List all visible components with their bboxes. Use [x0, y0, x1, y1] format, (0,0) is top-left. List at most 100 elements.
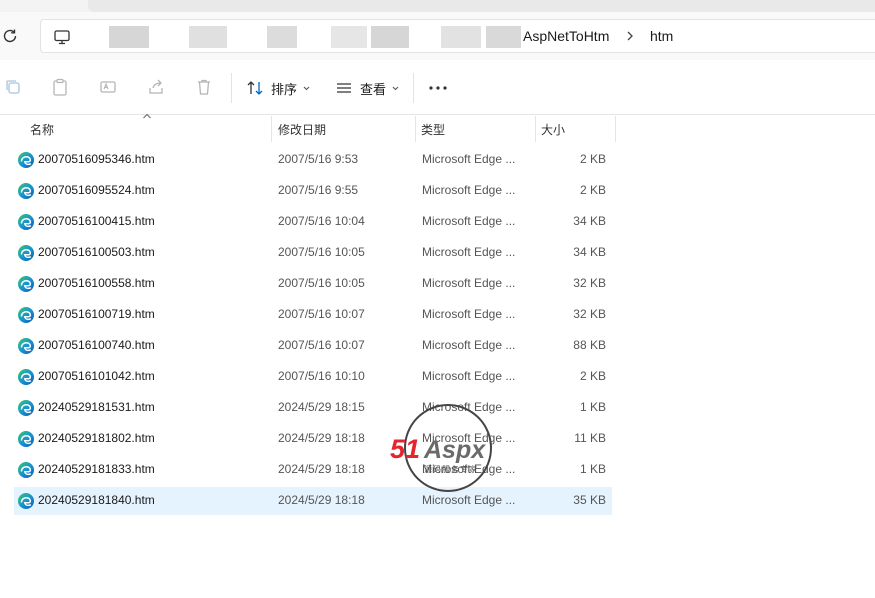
file-row[interactable]: 20240529181802.htm 2024/5/29 18:18 Microso… — [14, 425, 612, 453]
file-row[interactable]: 20070516100740.htm 2007/5/16 10:07 Microso… — [14, 332, 612, 360]
svg-text:源码服务专家: 源码服务专家 — [424, 464, 478, 474]
redacted-path-segment — [486, 26, 521, 48]
file-name: 20240529181840.htm — [38, 493, 155, 507]
file-date: 2007/5/16 10:07 — [278, 338, 365, 352]
edge-html-file-icon — [18, 493, 34, 509]
file-row[interactable]: 20240529181840.htm 2024/5/29 18:18 Microso… — [14, 487, 612, 515]
file-name: 20070516095524.htm — [38, 183, 155, 197]
edge-html-file-icon — [18, 400, 34, 416]
file-size: 32 KB — [573, 307, 606, 321]
file-size: 34 KB — [573, 214, 606, 228]
view-label: 查看 — [360, 81, 387, 97]
breadcrumb-item[interactable]: htm — [650, 28, 673, 44]
view-button[interactable]: 查看 — [335, 74, 400, 102]
chevron-down-icon — [303, 86, 310, 90]
window-top-strip — [0, 0, 875, 12]
file-type: Microsoft Edge ... — [422, 493, 516, 507]
file-type: Microsoft Edge ... — [422, 183, 516, 197]
share-icon[interactable] — [146, 77, 166, 97]
file-type: Microsoft Edge ... — [422, 307, 516, 321]
edge-html-file-icon — [18, 462, 34, 478]
file-row[interactable]: 20070516100558.htm 2007/5/16 10:05 Microso… — [14, 270, 612, 298]
file-size: 1 KB — [579, 462, 606, 476]
file-date: 2007/5/16 9:55 — [278, 183, 359, 197]
column-header-type[interactable]: 类型 — [413, 116, 536, 142]
chevron-down-icon — [392, 86, 399, 90]
breadcrumb-item[interactable]: AspNetToHtm — [523, 28, 609, 44]
edge-html-file-icon — [18, 431, 34, 447]
edge-html-file-icon — [18, 245, 34, 261]
edge-html-file-icon — [18, 214, 34, 230]
file-size: 11 KB — [574, 431, 606, 445]
file-row[interactable]: 20070516100415.htm 2007/5/16 10:04 Microso… — [14, 208, 612, 236]
file-size: 2 KB — [579, 152, 606, 166]
file-type: Microsoft Edge ... — [422, 369, 516, 383]
file-name: 20070516100503.htm — [38, 245, 155, 259]
chevron-right-icon — [627, 31, 633, 41]
file-name: 20070516095346.htm — [38, 152, 155, 166]
file-date: 2007/5/16 10:05 — [278, 245, 365, 259]
refresh-icon[interactable] — [0, 26, 20, 46]
file-date: 2007/5/16 10:05 — [278, 276, 365, 290]
copy-icon[interactable] — [3, 77, 23, 97]
address-bar[interactable]: AspNetToHtm htm — [40, 19, 875, 53]
rename-icon[interactable] — [98, 77, 118, 97]
file-date: 2024/5/29 18:15 — [278, 400, 365, 414]
tab-edge — [88, 0, 875, 12]
file-type: Microsoft Edge ... — [422, 214, 516, 228]
file-row[interactable]: 20070516095524.htm 2007/5/16 9:55 Microsof… — [14, 177, 612, 205]
column-header-size[interactable]: 大小 — [533, 116, 615, 142]
column-header-name[interactable]: 名称 — [22, 116, 272, 142]
edge-html-file-icon — [18, 338, 34, 354]
redacted-path-segment — [267, 26, 297, 48]
file-date: 2007/5/16 10:07 — [278, 307, 365, 321]
file-name: 20240529181531.htm — [38, 400, 155, 414]
edge-html-file-icon — [18, 369, 34, 385]
file-type: Microsoft Edge ... — [422, 338, 516, 352]
delete-icon[interactable] — [194, 77, 214, 97]
paste-icon[interactable] — [50, 77, 70, 97]
file-row[interactable]: 20240529181531.htm 2024/5/29 18:15 Microso… — [14, 394, 612, 422]
file-date: 2007/5/16 10:04 — [278, 214, 365, 228]
redacted-path-segment — [441, 26, 481, 48]
file-name: 20070516100719.htm — [38, 307, 155, 321]
file-size: 1 KB — [579, 400, 606, 414]
redacted-path-segment — [189, 26, 227, 48]
file-size: 2 KB — [579, 369, 606, 383]
file-size: 88 KB — [573, 338, 606, 352]
more-options-icon[interactable] — [427, 80, 449, 96]
file-name: 20070516101042.htm — [38, 369, 155, 383]
redacted-path-segment — [109, 26, 149, 48]
file-size: 2 KB — [579, 183, 606, 197]
toolbar-separator — [231, 73, 232, 103]
edge-html-file-icon — [18, 307, 34, 323]
column-divider[interactable] — [615, 116, 616, 142]
file-date: 2007/5/16 10:10 — [278, 369, 365, 383]
file-type: Microsoft Edge ... — [422, 245, 516, 259]
file-size: 32 KB — [573, 276, 606, 290]
edge-html-file-icon — [18, 183, 34, 199]
edge-html-file-icon — [18, 276, 34, 292]
file-size: 34 KB — [573, 245, 606, 259]
file-name: 20070516100415.htm — [38, 214, 155, 228]
file-name: 20070516100740.htm — [38, 338, 155, 352]
file-name: 20240529181802.htm — [38, 431, 155, 445]
sort-label: 排序 — [271, 81, 298, 97]
view-icon — [337, 83, 351, 93]
file-row[interactable]: 20240529181833.htm 2024/5/29 18:18 Microso… — [14, 456, 612, 484]
file-date: 2007/5/16 9:53 — [278, 152, 359, 166]
file-date: 2024/5/29 18:18 — [278, 431, 365, 445]
sort-button[interactable]: 排序 — [246, 74, 311, 102]
column-header-date[interactable]: 修改日期 — [270, 116, 415, 142]
file-type: Microsoft Edge ... — [422, 152, 516, 166]
file-date: 2024/5/29 18:18 — [278, 493, 365, 507]
file-type: Microsoft Edge ... — [422, 276, 516, 290]
file-row[interactable]: 20070516100719.htm 2007/5/16 10:07 Microso… — [14, 301, 612, 329]
file-row[interactable]: 20070516095346.htm 2007/5/16 9:53 Microsof… — [14, 146, 612, 174]
file-name: 20070516100558.htm — [38, 276, 155, 290]
redacted-path-segment — [371, 26, 409, 48]
svg-text:Aspx: Aspx — [423, 436, 486, 464]
file-row[interactable]: 20070516100503.htm 2007/5/16 10:05 Microso… — [14, 239, 612, 267]
command-bar: 排序 查看 — [0, 60, 875, 115]
file-row[interactable]: 20070516101042.htm 2007/5/16 10:10 Microso… — [14, 363, 612, 391]
